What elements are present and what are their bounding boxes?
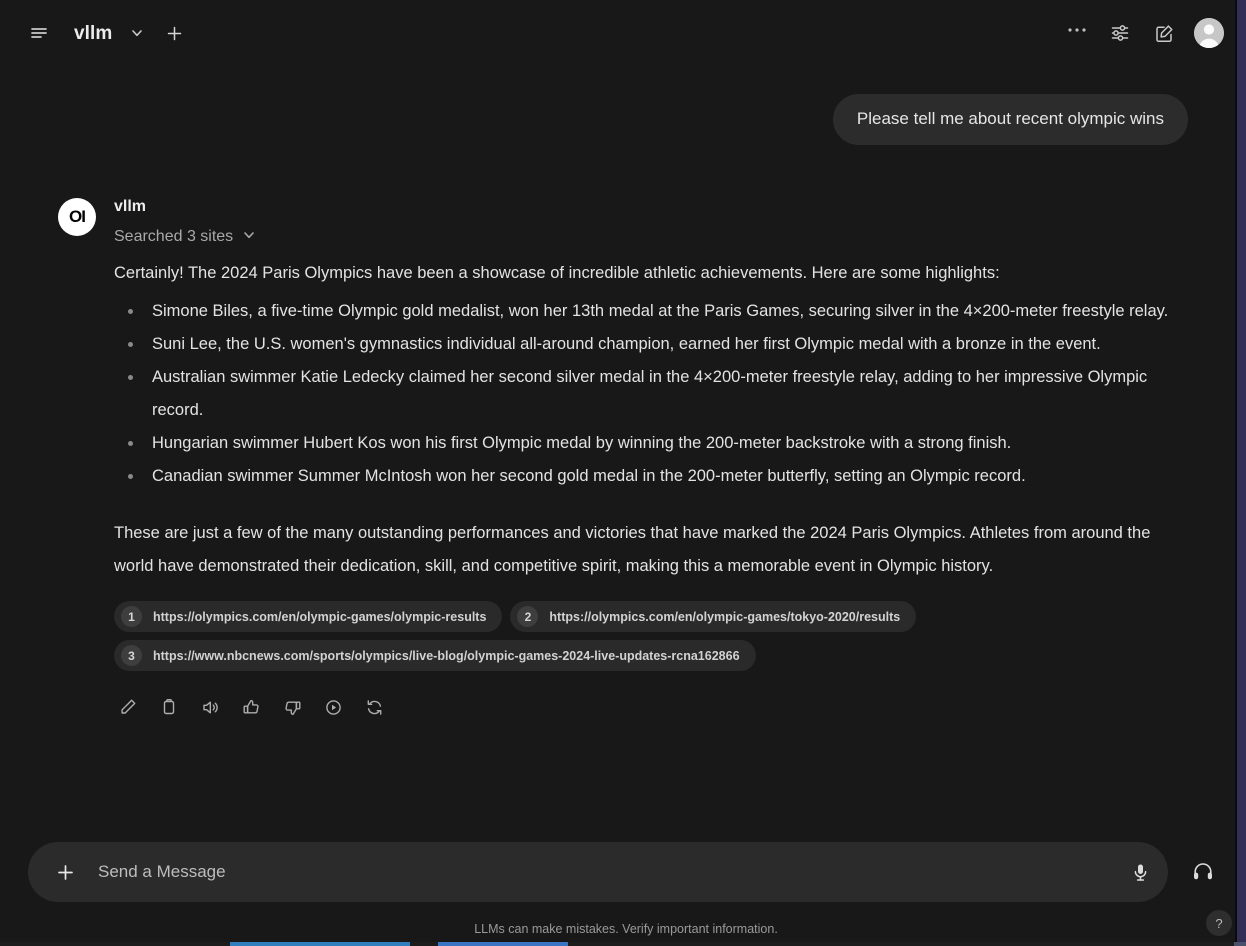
citation-number: 3 <box>121 645 142 667</box>
assistant-name: vllm <box>114 197 147 215</box>
page-title: vllm <box>74 22 113 44</box>
citation-chip[interactable]: 1 https://olympics.com/en/olympic-games/… <box>114 601 503 633</box>
list-item: Canadian swimmer Summer McIntosh won her… <box>114 460 1188 493</box>
searched-sites-toggle[interactable]: Searched 3 sites <box>114 228 256 247</box>
edit-icon[interactable] <box>114 693 142 721</box>
composer-row <box>28 842 1224 902</box>
citation-chip-list: 1 https://olympics.com/en/olympic-games/… <box>114 601 1034 672</box>
citation-url: https://olympics.com/en/olympic-games/to… <box>549 609 901 624</box>
help-button[interactable]: ? <box>1206 910 1232 936</box>
searched-sites-label: Searched 3 sites <box>114 228 234 246</box>
assistant-message-block: OI vllm Searched 3 sites Certainly! The … <box>58 197 1188 721</box>
header-left-group: vllm <box>24 18 186 48</box>
headphones-icon[interactable] <box>1182 851 1224 893</box>
chevron-down-icon[interactable] <box>126 22 148 44</box>
read-aloud-icon[interactable] <box>196 693 224 721</box>
regenerate-icon[interactable] <box>360 693 388 721</box>
assistant-intro-paragraph: Certainly! The 2024 Paris Olympics have … <box>114 263 1000 282</box>
list-item: Suni Lee, the U.S. women's gymnastics in… <box>114 328 1188 361</box>
citation-number: 2 <box>517 606 539 628</box>
header-right-group <box>1064 18 1224 48</box>
top-header-bar: vllm <box>0 0 1246 66</box>
assistant-message-body: Certainly! The 2024 Paris Olympics have … <box>114 261 1188 721</box>
list-item: Australian swimmer Katie Ledecky claimed… <box>114 361 1188 427</box>
message-input[interactable] <box>82 862 1120 882</box>
new-chat-plus-icon[interactable] <box>162 21 186 45</box>
ellipsis-icon[interactable] <box>1064 20 1090 46</box>
message-composer[interactable] <box>28 842 1168 902</box>
hamburger-menu-icon[interactable] <box>24 18 54 48</box>
taskbar-sliver <box>0 942 1246 946</box>
assistant-header: OI vllm Searched 3 sites <box>58 197 1188 247</box>
assistant-avatar-icon: OI <box>58 197 96 236</box>
message-action-bar <box>114 693 1188 721</box>
play-circle-icon[interactable] <box>319 693 347 721</box>
user-message-row: Please tell me about recent olympic wins <box>58 94 1188 145</box>
citation-url: https://www.nbcnews.com/sports/olympics/… <box>153 648 740 663</box>
citation-url: https://olympics.com/en/olympic-games/ol… <box>153 609 487 624</box>
assistant-header-text: vllm Searched 3 sites <box>114 197 1188 247</box>
conversation-area: Please tell me about recent olympic wins… <box>0 66 1246 842</box>
list-item: Hungarian swimmer Hubert Kos won his fir… <box>114 427 1188 460</box>
citation-number: 1 <box>121 606 142 628</box>
user-message-bubble: Please tell me about recent olympic wins <box>832 94 1188 145</box>
assistant-logo-text: OI <box>69 206 86 226</box>
avatar[interactable] <box>1194 18 1224 48</box>
list-item: Simone Biles, a five-time Olympic gold m… <box>114 295 1188 328</box>
disclaimer-text: LLMs can make mistakes. Verify important… <box>474 922 778 936</box>
chat-app-window: vllm Please tell me about recent olympic… <box>0 0 1246 946</box>
sliders-icon[interactable] <box>1106 19 1134 47</box>
copy-icon[interactable] <box>155 693 183 721</box>
chevron-down-icon <box>242 228 256 247</box>
window-edge-accent <box>1237 0 1246 946</box>
composer-area: LLMs can make mistakes. Verify important… <box>0 842 1246 946</box>
citation-chip[interactable]: 3 https://www.nbcnews.com/sports/olympic… <box>114 640 756 672</box>
compose-icon[interactable] <box>1150 19 1178 47</box>
citation-chip[interactable]: 2 https://olympics.com/en/olympic-games/… <box>510 601 917 633</box>
highlights-list: Simone Biles, a five-time Olympic gold m… <box>114 295 1188 493</box>
assistant-closing-paragraph: These are just a few of the many outstan… <box>114 524 1151 576</box>
thumbs-down-icon[interactable] <box>278 693 306 721</box>
microphone-icon[interactable] <box>1120 852 1160 892</box>
assistant-closing-paragraph-wrap: These are just a few of the many outstan… <box>114 517 1188 583</box>
attach-plus-icon[interactable] <box>48 855 82 889</box>
thumbs-up-icon[interactable] <box>237 693 265 721</box>
